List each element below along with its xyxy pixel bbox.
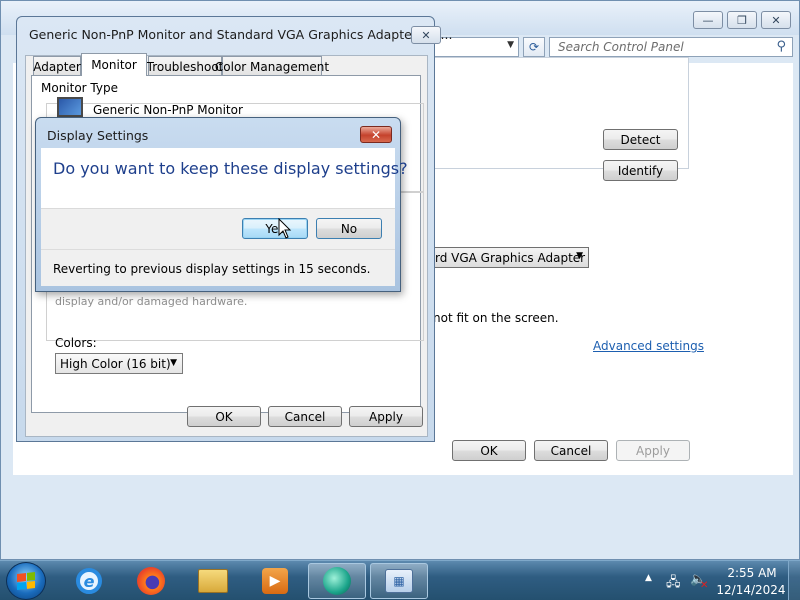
app-icon	[323, 567, 351, 595]
internet-explorer-icon: e	[76, 568, 102, 594]
display-settings-title: Display Settings	[47, 128, 149, 143]
start-button[interactable]	[6, 562, 46, 600]
search-placeholder: Search Control Panel	[558, 40, 684, 54]
ok-button[interactable]: OK	[187, 406, 261, 427]
taskbar-item-control-panel[interactable]: ▦	[370, 563, 428, 599]
show-hidden-icons-icon[interactable]: ▲	[645, 573, 652, 583]
clock-time[interactable]: 2:55 AM	[722, 566, 782, 580]
display-settings-dialog: Display Settings ✕ Do you want to keep t…	[35, 117, 408, 292]
minimize-button[interactable]: —	[693, 11, 723, 29]
tab-troubleshoot[interactable]: Troubleshoot	[147, 56, 223, 76]
keep-settings-question: Do you want to keep these display settin…	[53, 159, 408, 178]
firefox-icon	[137, 567, 165, 595]
mouse-cursor-icon	[278, 218, 292, 239]
display-settings-content: Do you want to keep these display settin…	[41, 148, 408, 208]
clock-date[interactable]: 12/14/2024	[716, 583, 786, 597]
search-icon[interactable]: ⚲	[776, 39, 786, 54]
taskbar: e ▶ ▦ ▲ 🖧 🔈 ✕ 2:55 AM 12/14/2024	[0, 560, 800, 600]
address-dropdown-icon[interactable]: ▼	[507, 40, 514, 50]
close-button[interactable]: ✕	[411, 26, 441, 44]
monitor-type-label: Monitor Type	[39, 81, 120, 95]
taskbar-item-media-player[interactable]: ▶	[246, 563, 304, 599]
tab-adapter[interactable]: Adapter	[33, 56, 81, 76]
fit-warning-text: not fit on the screen.	[433, 311, 559, 325]
explorer-folder-icon	[198, 569, 228, 593]
windows-logo-icon	[17, 572, 35, 590]
volume-muted-icon: ✕	[700, 580, 709, 591]
taskbar-item-windows-explorer[interactable]	[184, 563, 242, 599]
yes-button[interactable]: Yes	[242, 218, 308, 239]
chevron-down-icon: ▼	[576, 251, 583, 261]
display-select[interactable]: rd VGA Graphics Adapter ▼	[431, 247, 589, 268]
colors-select[interactable]: High Color (16 bit) ▼	[55, 353, 183, 374]
revert-countdown-text: Reverting to previous display settings i…	[53, 262, 371, 276]
tab-color-management[interactable]: Color Management	[215, 56, 329, 76]
maximize-button[interactable]: ❐	[727, 11, 757, 29]
taskbar-item-app[interactable]	[308, 563, 366, 599]
detect-button[interactable]: Detect	[603, 129, 678, 150]
apply-button[interactable]: Apply	[349, 406, 423, 427]
media-player-icon: ▶	[262, 568, 288, 594]
cancel-button[interactable]: Cancel	[534, 440, 608, 461]
tab-monitor[interactable]: Monitor	[81, 53, 147, 76]
monitor-icon	[57, 97, 83, 117]
network-icon[interactable]: 🖧	[666, 573, 681, 595]
colors-select-value: High Color (16 bit)	[60, 356, 171, 371]
properties-dialog-title: Generic Non-PnP Monitor and Standard VGA…	[29, 27, 453, 42]
control-panel-icon: ▦	[385, 569, 413, 593]
cancel-button[interactable]: Cancel	[268, 406, 342, 427]
close-button[interactable]: ✕	[761, 11, 791, 29]
ok-button[interactable]: OK	[452, 440, 526, 461]
taskbar-item-firefox[interactable]	[122, 563, 180, 599]
no-button[interactable]: No	[316, 218, 382, 239]
search-input[interactable]: Search Control Panel ⚲	[549, 37, 793, 57]
display-select-value: rd VGA Graphics Adapter	[435, 250, 586, 265]
advanced-settings-link[interactable]: Advanced settings	[593, 339, 704, 353]
identify-button[interactable]: Identify	[603, 160, 678, 181]
apply-button: Apply	[616, 440, 690, 461]
monitor-name: Generic Non-PnP Monitor	[93, 103, 243, 117]
chevron-down-icon: ▼	[170, 358, 177, 368]
display-settings-footer: Reverting to previous display settings i…	[41, 249, 395, 286]
refresh-icon[interactable]: ⟳	[523, 37, 545, 57]
monitor-preview-group	[431, 57, 689, 169]
taskbar-item-internet-explorer[interactable]: e	[60, 563, 118, 599]
damage-warning-text: display and/or damaged hardware.	[55, 295, 248, 308]
close-button[interactable]: ✕	[360, 126, 392, 143]
colors-label: Colors:	[55, 336, 97, 350]
show-desktop-button[interactable]	[788, 561, 800, 600]
